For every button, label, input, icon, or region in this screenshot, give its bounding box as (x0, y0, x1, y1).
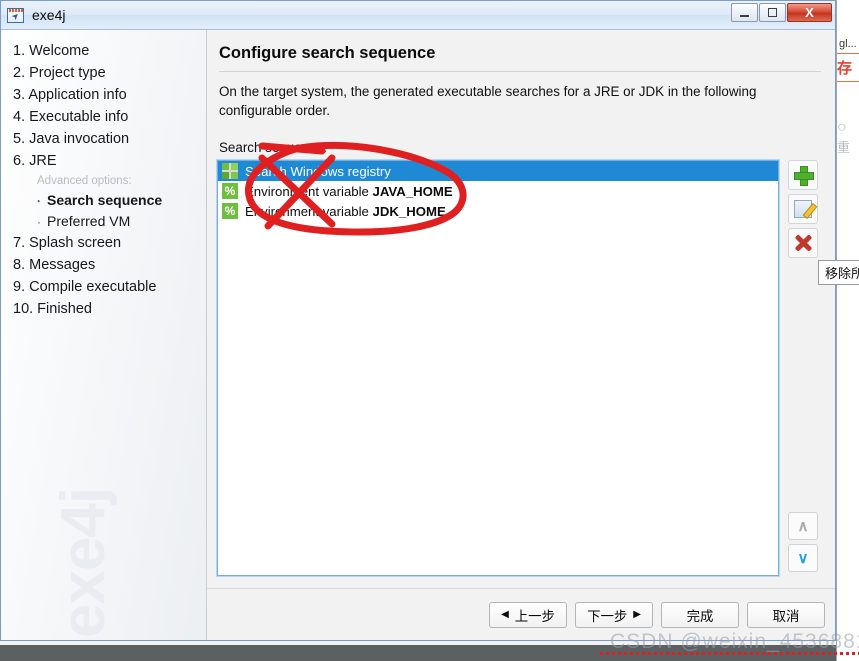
main-panel: Configure search sequence On the target … (207, 30, 859, 640)
move-down-button[interactable]: ∨ (788, 544, 818, 572)
window-body: 1. Welcome 2. Project type 3. Applicatio… (1, 29, 859, 640)
background-divider (837, 81, 859, 82)
sidebar-item-splash-screen[interactable]: 7. Splash screen (13, 232, 206, 254)
close-x-icon (794, 234, 812, 252)
background-text-2: 存 (837, 60, 853, 77)
page-description: On the target system, the generated exec… (219, 84, 757, 118)
back-button-label: 上一步 (514, 608, 555, 624)
add-entry-button[interactable] (788, 160, 818, 190)
list-item[interactable]: % Environment variable JAVA_HOME (218, 181, 778, 201)
bullet-icon: · (37, 194, 41, 208)
dotted-red-line (600, 652, 859, 655)
bullet-icon: · (37, 215, 41, 229)
remove-entry-button[interactable] (788, 228, 818, 258)
next-button[interactable]: 下一步 ▶ (575, 601, 653, 628)
close-button[interactable]: X (787, 3, 832, 22)
sidebar-item-welcome[interactable]: 1. Welcome (13, 40, 206, 62)
cancel-button[interactable]: 取消 (747, 601, 825, 628)
back-button[interactable]: ◀ 上一步 (489, 601, 567, 628)
list-item-variable: JAVA_HOME (372, 183, 453, 199)
list-item[interactable]: Search Windows registry (218, 161, 778, 181)
list-area: Search Windows registry % Environment va… (216, 159, 859, 588)
exe4j-wizard-window: ➤ exe4j X 1. Welcome 2. Project type 3. … (0, 0, 859, 641)
list-item-label: Environment variable JDK_HOME (245, 203, 446, 219)
search-sequence-list[interactable]: Search Windows registry % Environment va… (216, 159, 780, 577)
list-item[interactable]: % Environment variable JDK_HOME (218, 201, 778, 221)
background-window-right: gl... 存 ○ 重 (836, 0, 859, 661)
list-toolbar: ∧ ∨ (785, 160, 821, 576)
sidebar-item-project-type[interactable]: 2. Project type (13, 62, 206, 84)
minimize-button[interactable] (731, 3, 758, 22)
title-bar[interactable]: ➤ exe4j X (1, 1, 835, 29)
page-title: Configure search sequence (219, 44, 436, 62)
finish-button[interactable]: 完成 (661, 601, 739, 628)
move-up-button[interactable]: ∧ (788, 512, 818, 540)
sidebar-item-jre[interactable]: 6. JRE (13, 150, 206, 172)
sidebar-item-messages[interactable]: 8. Messages (13, 254, 206, 276)
background-text-1: gl... (839, 38, 857, 50)
remove-tooltip: 移除所 (817, 260, 859, 285)
exe4j-watermark: exe4j (49, 487, 118, 638)
plus-icon (794, 166, 814, 186)
triangle-left-icon: ◀ (501, 609, 509, 620)
sidebar-item-finished[interactable]: 10. Finished (13, 298, 206, 320)
registry-icon (222, 163, 238, 179)
sidebar-item-executable-info[interactable]: 4. Executable info (13, 106, 206, 128)
triangle-right-icon: ▶ (633, 609, 641, 620)
sidebar-item-application-info[interactable]: 3. Application info (13, 84, 206, 106)
list-item-label: Search Windows registry (245, 163, 391, 179)
chevron-up-icon: ∧ (797, 518, 809, 535)
title-divider (219, 71, 821, 72)
sidebar-item-compile-executable[interactable]: 9. Compile executable (13, 276, 206, 298)
next-button-label: 下一步 (587, 608, 628, 624)
chevron-down-icon: ∨ (797, 550, 809, 567)
background-divider (837, 53, 859, 54)
search-sequence-label: Search sequence: (219, 140, 327, 155)
edit-entry-button[interactable] (788, 194, 818, 224)
percent-icon: % (222, 183, 238, 199)
sidebar-item-preferred-vm[interactable]: · Preferred VM (13, 211, 206, 232)
list-item-label: Environment variable JAVA_HOME (245, 183, 453, 199)
window-controls: X (731, 3, 832, 22)
list-item-variable: JDK_HOME (372, 203, 446, 219)
window-title: exe4j (32, 7, 66, 23)
wizard-footer: ◀ 上一步 下一步 ▶ 完成 取消 (207, 588, 835, 640)
app-rocket-icon: ➤ (7, 7, 24, 23)
wizard-step-sidebar: 1. Welcome 2. Project type 3. Applicatio… (1, 30, 207, 640)
sidebar-item-label: Search sequence (47, 192, 163, 208)
sidebar-item-java-invocation[interactable]: 5. Java invocation (13, 128, 206, 150)
sidebar-item-search-sequence[interactable]: · Search sequence (13, 190, 206, 211)
percent-icon: % (222, 203, 238, 219)
background-text-3: 重 (837, 140, 851, 155)
maximize-button[interactable] (759, 3, 786, 22)
pencil-icon (794, 200, 812, 218)
sidebar-item-label: Preferred VM (47, 213, 131, 229)
sidebar-advanced-options-header: Advanced options: (37, 175, 132, 187)
